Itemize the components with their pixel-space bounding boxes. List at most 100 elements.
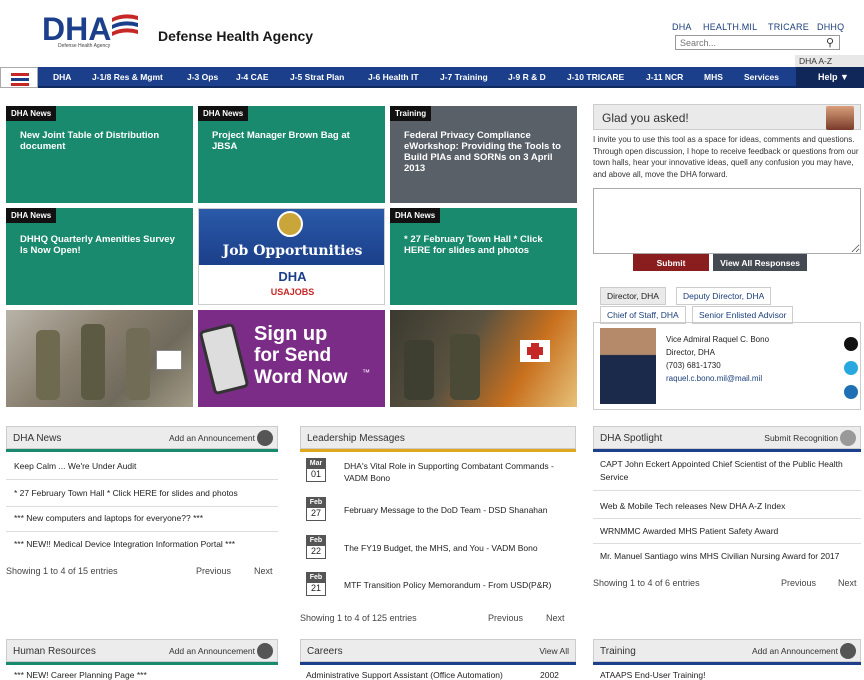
add-icon[interactable] — [840, 430, 856, 446]
add-icon[interactable] — [257, 430, 273, 446]
date-badge: Feb 27 — [306, 497, 326, 521]
add-announcement-link[interactable]: Add an Announcement — [169, 433, 255, 443]
logo-subtext: Defense Health Agency — [58, 43, 111, 49]
view-all-link[interactable]: View All — [539, 646, 569, 656]
tile-title: * 27 February Town Hall * Click HERE for… — [404, 234, 543, 256]
signup-line1: Sign up — [254, 323, 328, 345]
previous-button[interactable]: Previous — [781, 578, 816, 588]
tile-tag: Training — [390, 106, 432, 121]
news-tile[interactable]: DHA News * 27 February Town Hall * Click… — [390, 208, 577, 305]
next-button[interactable]: Next — [254, 566, 273, 576]
nav-item-j3[interactable]: J-3 Ops — [187, 72, 218, 82]
nav-item-help[interactable]: Help ▼ — [796, 67, 864, 88]
nav-item-j9[interactable]: J-9 R & D — [508, 72, 546, 82]
section-title: DHA Spotlight — [600, 433, 663, 444]
feedback-title: Glad you asked! — [593, 104, 861, 130]
message-link[interactable]: MTF Transition Policy Memorandum - From … — [344, 580, 551, 590]
list-item[interactable]: *** NEW!! Medical Device Integration Inf… — [14, 539, 235, 549]
add-announcement-link[interactable]: Add an Announcement — [752, 646, 838, 656]
date-badge: Feb 21 — [306, 572, 326, 596]
list-item[interactable]: Keep Calm ... We're Under Audit — [14, 461, 136, 471]
main-nav: DHA J-1/8 Res & Mgmt J-3 Ops J-4 CAE J-5… — [0, 67, 864, 88]
list-item[interactable]: Administrative Support Assistant (Office… — [306, 670, 503, 680]
training-header: Training Add an Announcement — [593, 639, 861, 662]
news-tile[interactable]: DHA News DHHQ Quarterly Amenities Survey… — [6, 208, 193, 305]
pagination-info: Showing 1 to 4 of 125 entries — [300, 613, 417, 623]
tile-title: Federal Privacy Compliance eWorkshop: Pr… — [404, 130, 561, 174]
nav-item-mhs[interactable]: MHS — [704, 72, 723, 82]
list-item[interactable]: *** New computers and laptops for everyo… — [14, 513, 203, 523]
section-title: Training — [600, 646, 636, 657]
toplink-health-mil[interactable]: HEALTH.MIL — [703, 22, 757, 32]
leader-info: Vice Admiral Raquel C. Bono Director, DH… — [666, 333, 769, 385]
nav-item-dha[interactable]: DHA — [53, 72, 71, 82]
leader-card: Vice Admiral Raquel C. Bono Director, DH… — [593, 322, 861, 410]
seal-icon — [277, 211, 303, 237]
phone-icon — [198, 322, 250, 396]
list-item[interactable]: Web & Mobile Tech releases New DHA A-Z I… — [600, 501, 785, 511]
nav-item-j4[interactable]: J-4 CAE — [236, 72, 269, 82]
submit-recognition-link[interactable]: Submit Recognition — [764, 433, 838, 443]
tab-director[interactable]: Director, DHA — [600, 287, 666, 305]
previous-button[interactable]: Previous — [488, 613, 523, 623]
list-item[interactable]: CAPT John Eckert Appointed Chief Scienti… — [600, 458, 856, 484]
home-flag-icon[interactable] — [0, 67, 38, 88]
news-tile[interactable]: DHA News New Joint Table of Distribution… — [6, 106, 193, 203]
nav-item-j1-8[interactable]: J-1/8 Res & Mgmt — [92, 72, 163, 82]
add-icon[interactable] — [257, 643, 273, 659]
previous-button[interactable]: Previous — [196, 566, 231, 576]
section-title: Human Resources — [13, 646, 96, 657]
nav-item-j11[interactable]: J-11 NCR — [646, 72, 683, 82]
toplink-dha[interactable]: DHA — [672, 22, 692, 32]
list-item[interactable]: *** NEW! Career Planning Page *** — [14, 670, 147, 680]
jobs-title: Job Opportunities — [222, 243, 363, 259]
next-button[interactable]: Next — [838, 578, 857, 588]
leader-role: Director, DHA — [666, 348, 715, 357]
news-tile[interactable]: DHA News Project Manager Brown Bag at JB… — [198, 106, 385, 203]
search-icon[interactable]: ⚲ — [826, 36, 834, 49]
blog-icon[interactable] — [844, 385, 858, 399]
nav-item-j7[interactable]: J-7 Training — [440, 72, 488, 82]
section-title: Careers — [307, 646, 343, 657]
toplink-tricare[interactable]: TRICARE — [768, 22, 809, 32]
add-icon[interactable] — [840, 643, 856, 659]
leader-photo — [600, 328, 656, 404]
toplink-dhhq[interactable]: DHHQ — [817, 22, 844, 32]
leader-name: Vice Admiral Raquel C. Bono — [666, 335, 770, 344]
list-item[interactable]: Mr. Manuel Santiago wins MHS Civilian Nu… — [600, 551, 839, 561]
list-item[interactable]: WRNMMC Awarded MHS Patient Safety Award — [600, 526, 778, 536]
feedback-intro-text: I invite you to use this tool as a space… — [593, 135, 859, 179]
twitter-icon[interactable] — [844, 361, 858, 375]
feedback-textarea[interactable] — [593, 188, 861, 254]
signup-line3: Word Now — [254, 367, 348, 388]
leader-email[interactable]: raquel.c.bono.mil@mail.mil — [666, 374, 762, 383]
view-all-responses-button[interactable]: View All Responses — [713, 254, 807, 271]
message-link[interactable]: DHA's Vital Role in Supporting Combatant… — [344, 460, 570, 484]
field-medics-photo[interactable] — [390, 310, 577, 407]
nav-item-j10[interactable]: J-10 TRICARE — [567, 72, 624, 82]
job-opportunities-tile[interactable]: Job Opportunities DHA USAJOBS — [198, 208, 385, 305]
date-badge: Mar 01 — [306, 458, 326, 482]
nav-item-j6[interactable]: J-6 Health IT — [368, 72, 419, 82]
tile-tag: DHA News — [198, 106, 249, 121]
nav-item-services[interactable]: Services — [744, 72, 779, 82]
send-word-now-banner[interactable]: Sign up for Send Word Now ™ — [198, 310, 385, 407]
pagination-info: Showing 1 to 4 of 6 entries — [593, 578, 700, 588]
nav-item-j5[interactable]: J-5 Strat Plan — [290, 72, 344, 82]
dha-logo[interactable]: DHA Defense Health Agency — [40, 10, 140, 52]
add-announcement-link[interactable]: Add an Announcement — [169, 646, 255, 656]
submit-button[interactable]: Submit — [633, 254, 709, 271]
list-item[interactable]: ATAAPS End-User Training! — [600, 670, 706, 680]
avatar — [826, 106, 854, 130]
message-link[interactable]: February Message to the DoD Team - DSD S… — [344, 505, 547, 515]
tab-deputy-director[interactable]: Deputy Director, DHA — [676, 287, 772, 305]
soldiers-photo[interactable] — [6, 310, 193, 407]
training-tile[interactable]: Training Federal Privacy Compliance eWor… — [390, 106, 577, 203]
search-input[interactable] — [675, 35, 840, 50]
next-button[interactable]: Next — [546, 613, 565, 623]
section-title: Leadership Messages — [307, 433, 405, 444]
dha-news-header: DHA News Add an Announcement — [6, 426, 278, 449]
social-icon[interactable] — [844, 337, 858, 351]
list-item[interactable]: * 27 February Town Hall * Click HERE for… — [14, 488, 238, 498]
message-link[interactable]: The FY19 Budget, the MHS, and You - VADM… — [344, 543, 538, 553]
